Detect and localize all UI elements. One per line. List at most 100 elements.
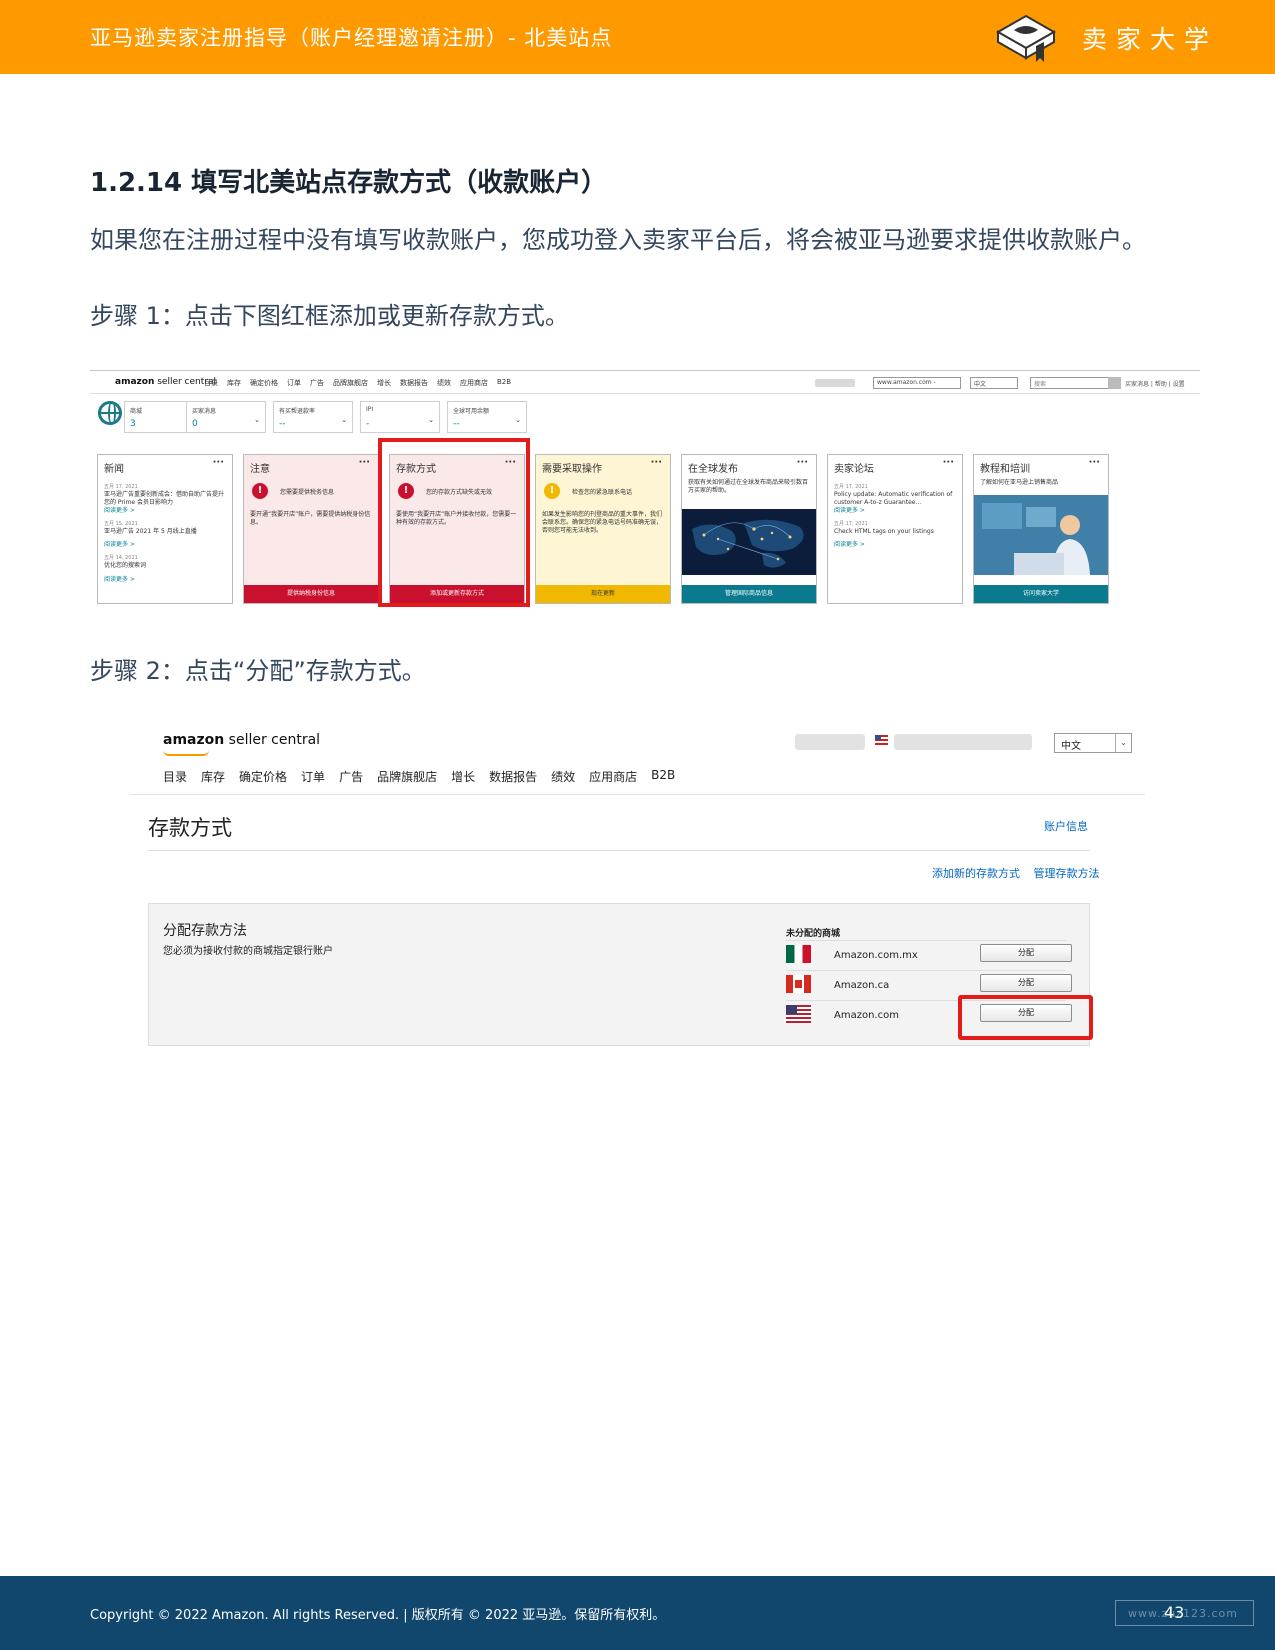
highlight-box: [958, 995, 1093, 1040]
copyright-text: Copyright © 2022 Amazon. All rights Rese…: [90, 1608, 666, 1623]
nav-item[interactable]: 广告: [339, 768, 363, 785]
blurred-store-name: [815, 379, 855, 387]
us-flag-icon: [786, 1005, 811, 1023]
chevron-down-icon: ⌄: [341, 416, 347, 424]
amazon-smile-icon: [163, 750, 209, 756]
visit-seller-university-button[interactable]: 访问卖家大学: [974, 585, 1108, 603]
nav-item[interactable]: B2B: [497, 378, 511, 388]
assign-button-mx[interactable]: 分配: [980, 944, 1072, 962]
canada-flag-icon: [786, 975, 811, 993]
nav-item[interactable]: 增长: [377, 378, 391, 388]
divider: [90, 370, 1200, 371]
nav-item[interactable]: 目录: [204, 378, 218, 388]
seller-university-logo-icon: [990, 10, 1062, 64]
nav-item[interactable]: 广告: [310, 378, 324, 388]
search-input[interactable]: 搜索: [1030, 377, 1120, 389]
page-title: 存款方式: [148, 816, 232, 840]
panel-subtext: 您必须为接收付款的商城指定银行账户: [163, 946, 333, 957]
chevron-down-icon: ⌄: [1115, 734, 1131, 752]
utility-links[interactable]: 买家消息 | 帮助 | 设置: [1125, 379, 1185, 388]
add-deposit-method-link[interactable]: 添加新的存款方式: [932, 867, 1020, 880]
read-more-link[interactable]: 阅读更多 >: [104, 576, 228, 584]
nav-item[interactable]: 应用商店: [460, 378, 488, 388]
marketplace-select[interactable]: www.amazon.com -: [873, 377, 961, 389]
more-icon[interactable]: ···: [797, 457, 808, 468]
chevron-down-icon: ⌄: [515, 416, 521, 424]
divider: [148, 850, 1090, 851]
nav-item[interactable]: 绩效: [437, 378, 451, 388]
globe-icon: [98, 401, 122, 425]
main-nav-menu: 目录 库存 确定价格 订单 广告 品牌旗舰店 增长 数据报告 绩效 应用商店 B…: [163, 768, 675, 785]
us-flag-icon: [875, 735, 888, 745]
language-select[interactable]: 中文: [970, 377, 1018, 389]
nav-item[interactable]: 确定价格: [250, 378, 278, 388]
page-number-box: www.zuz123.com 43: [1115, 1600, 1254, 1626]
mexico-flag-icon: [786, 945, 811, 963]
dashboard-screenshot: amazon seller central 目录 库存 确定价格 订单 广告 品…: [90, 370, 1200, 610]
dashboard-nav-bar: amazon seller central 目录 库存 确定价格 订单 广告 品…: [90, 372, 1200, 394]
blurred-marketplace-select[interactable]: [894, 734, 1032, 750]
provide-tax-info-button[interactable]: 提供纳税身份信息: [244, 585, 378, 603]
more-icon[interactable]: ···: [943, 457, 954, 468]
highlight-box: [378, 438, 530, 607]
nav-item[interactable]: 订单: [287, 378, 301, 388]
section-heading: 1.2.14 填写北美站点存款方式（收款账户）: [90, 168, 608, 198]
language-select[interactable]: 中文 ⌄: [1054, 733, 1132, 753]
news-card: 新闻 ··· 五月 17, 2021 亚马逊广告重要创新成会：借助自助广告提升您…: [97, 454, 233, 604]
assign-button-ca[interactable]: 分配: [980, 974, 1072, 992]
read-more-link[interactable]: 阅读更多 >: [834, 541, 958, 549]
nav-item[interactable]: 绩效: [551, 768, 575, 785]
page-number: 43: [1164, 1603, 1185, 1622]
dashboard-nav-menu: 目录 库存 确定价格 订单 广告 品牌旗舰店 增长 数据报告 绩效 应用商店 B…: [204, 378, 511, 388]
global-balance-dropdown[interactable]: 全球可用余额 -- ⌄: [447, 401, 527, 433]
nav-item[interactable]: 目录: [163, 768, 187, 785]
marketplace-row: Amazon.com.mx 分配: [786, 940, 1072, 968]
step-1-text: 步骤 1：点击下图红框添加或更新存款方式。: [90, 302, 569, 330]
alert-icon: !: [252, 483, 268, 499]
warning-icon: !: [544, 483, 560, 499]
divider: [130, 794, 1145, 795]
manage-international-listings-button[interactable]: 管理国际商品信息: [682, 585, 816, 603]
nav-item[interactable]: 确定价格: [239, 768, 287, 785]
world-map-image: [682, 509, 816, 575]
account-info-link[interactable]: 账户信息: [1044, 818, 1088, 834]
nav-item[interactable]: 库存: [227, 378, 241, 388]
more-icon[interactable]: ···: [213, 457, 224, 468]
read-more-link[interactable]: 阅读更多 >: [834, 507, 958, 515]
training-photo-image: [974, 495, 1108, 575]
nav-item[interactable]: 订单: [301, 768, 325, 785]
global-selling-card: 在全球发布 ··· 获取有关如何通过在全球发布商品来吸引数百万买家的帮助。 管理…: [681, 454, 817, 604]
nav-item[interactable]: 增长: [451, 768, 475, 785]
nav-item[interactable]: 品牌旗舰店: [377, 768, 437, 785]
nav-item[interactable]: 库存: [201, 768, 225, 785]
update-now-button[interactable]: 现在更新: [536, 585, 670, 603]
read-more-link[interactable]: 阅读更多 >: [104, 541, 228, 549]
more-icon[interactable]: ···: [359, 457, 370, 468]
action-required-card: 需要采取操作 ··· ! 检查您的紧急联系电话 如果发生影响您的刊登商品的重大事…: [535, 454, 671, 604]
intro-paragraph: 如果您在注册过程中没有填写收款账户，您成功登入卖家平台后，将会被亚马逊要求提供收…: [90, 226, 1146, 254]
assign-deposit-panel: 分配存款方法 您必须为接收付款的商城指定银行账户 未分配的商城 Amazon.c…: [148, 903, 1090, 1046]
search-icon[interactable]: [1108, 377, 1121, 389]
buyer-messages-dropdown[interactable]: 买家消息 0 ⌄: [186, 401, 266, 433]
doc-title: 亚马逊卖家注册指导（账户经理邀请注册）- 北美站点: [90, 26, 613, 50]
more-icon[interactable]: ···: [651, 457, 662, 468]
notice-card: 注意 ··· ! 您需要提供税务信息 要开通“我要开店”账户，需要提供纳税身份信…: [243, 454, 379, 604]
chevron-down-icon: ⌄: [428, 416, 434, 424]
nav-item[interactable]: 应用商店: [589, 768, 637, 785]
nav-item[interactable]: B2B: [651, 768, 675, 785]
nav-item[interactable]: 数据报告: [400, 378, 428, 388]
seller-central-logo: amazon seller central: [115, 377, 216, 387]
step-2-text: 步骤 2：点击“分配”存款方式。: [90, 657, 426, 685]
nav-item[interactable]: 品牌旗舰店: [333, 378, 368, 388]
seller-forum-card: 卖家论坛 ··· 五月 17, 2021 Policy update: Auto…: [827, 454, 963, 604]
panel-heading: 分配存款方法: [163, 923, 247, 939]
header-band: 亚马逊卖家注册指导（账户经理邀请注册）- 北美站点 卖家大学: [0, 0, 1275, 74]
ipi-dropdown[interactable]: IPI - ⌄: [360, 401, 440, 433]
marketplace-row: Amazon.ca 分配: [786, 970, 1072, 998]
nav-item[interactable]: 数据报告: [489, 768, 537, 785]
more-icon[interactable]: ···: [1089, 457, 1100, 468]
manage-deposit-methods-link[interactable]: 管理存款方法: [1034, 867, 1100, 880]
blurred-store-name: [795, 734, 865, 750]
read-more-link[interactable]: 阅读更多 >: [104, 507, 228, 515]
refund-rate-dropdown[interactable]: 有买帮退款率 -- ⌄: [273, 401, 353, 433]
